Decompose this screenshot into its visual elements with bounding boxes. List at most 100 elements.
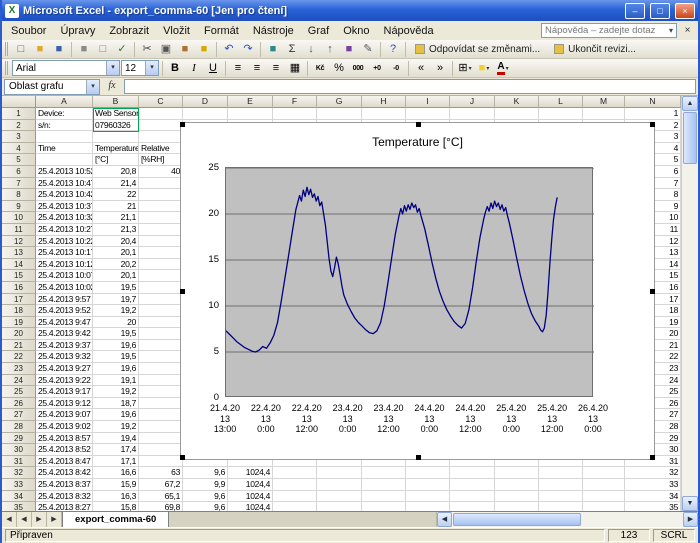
- cell-B25[interactable]: 19,2: [93, 386, 139, 398]
- name-box[interactable]: Oblast grafu ▾: [4, 79, 100, 95]
- cell-B4[interactable]: Temperature: [93, 143, 139, 155]
- insert-function-button[interactable]: fx: [102, 79, 122, 94]
- column-header-G[interactable]: G: [317, 96, 362, 108]
- cell-C21[interactable]: [139, 340, 183, 352]
- fill-color-button[interactable]: ■▾: [475, 60, 493, 77]
- cell-D32[interactable]: 9,6: [183, 467, 228, 479]
- cell-B18[interactable]: 19,2: [93, 305, 139, 317]
- row-header-33[interactable]: 33: [2, 479, 36, 491]
- select-all-corner[interactable]: [2, 96, 36, 108]
- cell-H1[interactable]: [362, 108, 406, 120]
- cell-A28[interactable]: 25.4.2013 9:02: [36, 421, 93, 433]
- cell-C8[interactable]: [139, 189, 183, 201]
- cell-C27[interactable]: [139, 409, 183, 421]
- cell-C30[interactable]: [139, 444, 183, 456]
- cell-B12[interactable]: 20,4: [93, 236, 139, 248]
- row-header-14[interactable]: 14: [2, 259, 36, 271]
- last-sheet-button[interactable]: ▶: [47, 512, 62, 527]
- align-right-button[interactable]: ≡: [267, 60, 285, 77]
- copy-icon[interactable]: ▣: [157, 41, 175, 58]
- percent-button[interactable]: %: [330, 60, 348, 77]
- menu-item-soubor[interactable]: Soubor: [4, 23, 53, 39]
- row-header-4[interactable]: 4: [2, 143, 36, 155]
- sheet-tab-active[interactable]: export_comma-60: [62, 512, 169, 527]
- row-header-26[interactable]: 26: [2, 398, 36, 410]
- row-header-29[interactable]: 29: [2, 433, 36, 445]
- scroll-right-icon[interactable]: ▶: [683, 512, 698, 527]
- row-header-19[interactable]: 19: [2, 317, 36, 329]
- row-header-7[interactable]: 7: [2, 178, 36, 190]
- cell-B7[interactable]: 21,4: [93, 178, 139, 190]
- cell-A8[interactable]: 25.4.2013 10:42: [36, 189, 93, 201]
- cell-B6[interactable]: 20,8: [93, 166, 139, 178]
- column-header-N[interactable]: N: [625, 96, 681, 108]
- undo-icon[interactable]: ↶: [220, 41, 238, 58]
- cell-C16[interactable]: [139, 282, 183, 294]
- cell-C6[interactable]: 40: [139, 166, 183, 178]
- cell-C18[interactable]: [139, 305, 183, 317]
- row-header-31[interactable]: 31: [2, 456, 36, 468]
- row-header-9[interactable]: 9: [2, 201, 36, 213]
- cell-F32[interactable]: [273, 467, 317, 479]
- cell-B20[interactable]: 19,5: [93, 328, 139, 340]
- row-header-17[interactable]: 17: [2, 294, 36, 306]
- cell-A22[interactable]: 25.4.2013 9:32: [36, 351, 93, 363]
- cell-E33[interactable]: 1024,4: [228, 479, 273, 491]
- cell-E1[interactable]: [228, 108, 273, 120]
- cell-A25[interactable]: 25.4.2013 9:17: [36, 386, 93, 398]
- cell-N1[interactable]: 1: [625, 108, 681, 120]
- cell-D33[interactable]: 9,9: [183, 479, 228, 491]
- cell-C23[interactable]: [139, 363, 183, 375]
- cell-A20[interactable]: 25.4.2013 9:42: [36, 328, 93, 340]
- toolbar-drag-handle[interactable]: [5, 42, 8, 56]
- row-header-28[interactable]: 28: [2, 421, 36, 433]
- row-header-2[interactable]: 2: [2, 120, 36, 132]
- restore-button[interactable]: □: [650, 3, 670, 19]
- drawing-icon[interactable]: ✎: [359, 41, 377, 58]
- row-header-32[interactable]: 32: [2, 467, 36, 479]
- cell-N32[interactable]: 32: [625, 467, 681, 479]
- cell-A19[interactable]: 25.4.2013 9:47: [36, 317, 93, 329]
- cell-G32[interactable]: [317, 467, 362, 479]
- cell-A24[interactable]: 25.4.2013 9:22: [36, 375, 93, 387]
- cell-A23[interactable]: 25.4.2013 9:27: [36, 363, 93, 375]
- horizontal-scroll-thumb[interactable]: [453, 513, 581, 526]
- merge-center-button[interactable]: ▦: [286, 60, 304, 77]
- cell-A17[interactable]: 25.4.2013 9:57: [36, 294, 93, 306]
- print-preview-icon[interactable]: □: [94, 41, 112, 58]
- close-button[interactable]: ×: [675, 3, 695, 19]
- cell-I1[interactable]: [406, 108, 450, 120]
- menu-item-nástroje[interactable]: Nástroje: [246, 23, 301, 39]
- cell-C1[interactable]: [139, 108, 183, 120]
- row-header-24[interactable]: 24: [2, 375, 36, 387]
- cell-B21[interactable]: 19,6: [93, 340, 139, 352]
- cell-N35[interactable]: 35: [625, 502, 681, 511]
- column-header-H[interactable]: H: [362, 96, 406, 108]
- cell-D1[interactable]: [183, 108, 228, 120]
- cell-F33[interactable]: [273, 479, 317, 491]
- cell-A33[interactable]: 25.4.2013 8:37: [36, 479, 93, 491]
- italic-button[interactable]: I: [185, 60, 203, 77]
- cell-A10[interactable]: 25.4.2013 10:32: [36, 212, 93, 224]
- chart-selection-handle[interactable]: [650, 122, 655, 127]
- cell-A13[interactable]: 25.4.2013 10:17: [36, 247, 93, 259]
- cell-C33[interactable]: 67,2: [139, 479, 183, 491]
- prev-sheet-button[interactable]: ◀: [17, 512, 32, 527]
- row-header-16[interactable]: 16: [2, 282, 36, 294]
- cell-J33[interactable]: [450, 479, 495, 491]
- font-size-combo[interactable]: 12 ▾: [121, 60, 159, 76]
- cell-C5[interactable]: [%RH]: [139, 154, 183, 166]
- cell-B1[interactable]: Web Sensor: [93, 108, 139, 120]
- cell-N34[interactable]: 34: [625, 491, 681, 503]
- cell-C24[interactable]: [139, 375, 183, 387]
- row-header-13[interactable]: 13: [2, 247, 36, 259]
- cell-E34[interactable]: 1024,4: [228, 491, 273, 503]
- column-header-J[interactable]: J: [450, 96, 495, 108]
- cell-A18[interactable]: 25.4.2013 9:52: [36, 305, 93, 317]
- cell-A29[interactable]: 25.4.2013 8:57: [36, 433, 93, 445]
- cell-B13[interactable]: 20,1: [93, 247, 139, 259]
- cell-C10[interactable]: [139, 212, 183, 224]
- print-icon[interactable]: ■: [75, 41, 93, 58]
- cell-C22[interactable]: [139, 351, 183, 363]
- cell-G1[interactable]: [317, 108, 362, 120]
